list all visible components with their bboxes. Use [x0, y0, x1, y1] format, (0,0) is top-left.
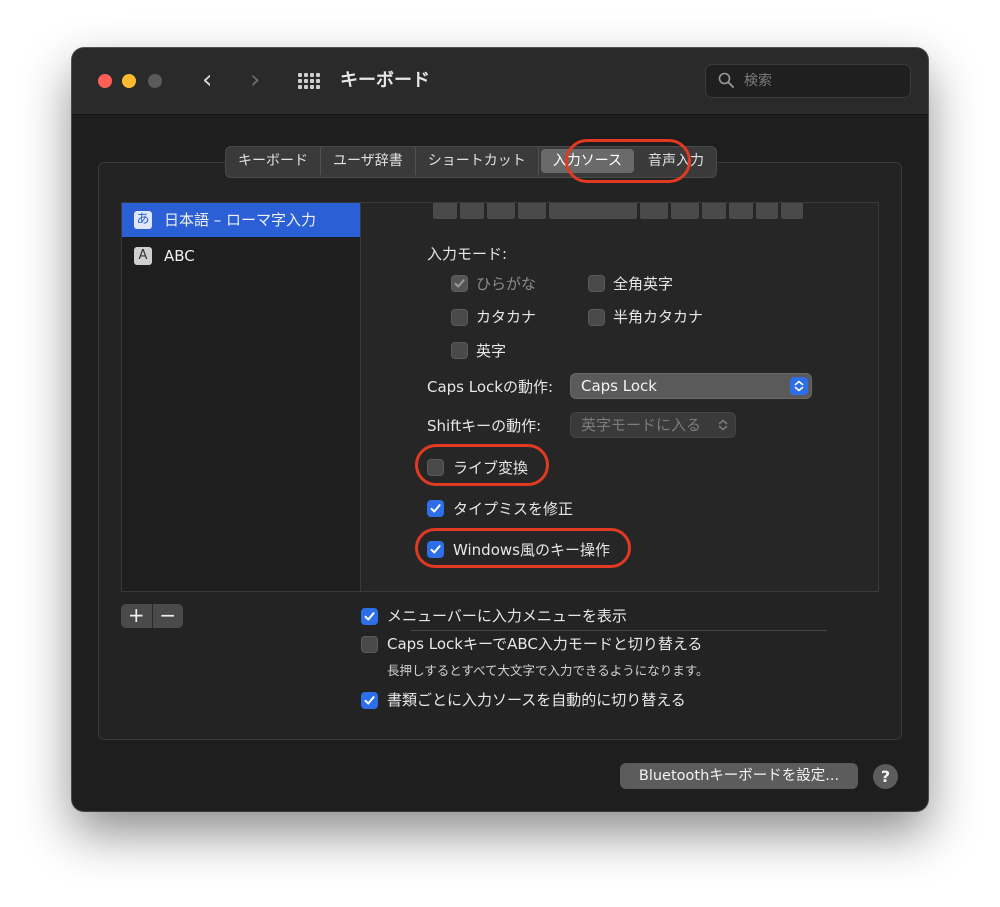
checkmark-icon: [364, 612, 375, 621]
checkmark-icon: [364, 696, 375, 705]
caps-lock-switch-label: Caps LockキーでABC入力モードと切り替える: [387, 635, 703, 653]
checkbox-katakana[interactable]: [451, 309, 468, 326]
updown-chevron-icon: [714, 416, 732, 434]
checkbox-windows-keys[interactable]: [427, 541, 444, 558]
preferences-window: ‹ › キーボード キーボード ユーザ辞書 ショートカット 入力ソース 音声入力…: [72, 48, 928, 811]
title-bar: ‹ › キーボード: [72, 48, 928, 115]
list-item-abc[interactable]: A ABC: [122, 239, 360, 273]
add-source-button[interactable]: +: [121, 604, 153, 628]
source-settings-pane: 入力モード: ひらがな 全角英字 カタカナ 半角カタカナ 英字 Caps Loc…: [361, 202, 879, 631]
shift-value: 英字モードに入る: [581, 416, 702, 434]
show-all-grid-icon[interactable]: [298, 73, 320, 91]
input-source-list: あ 日本語 – ローマ字入力 A ABC: [121, 202, 361, 592]
setup-bluetooth-keyboard-button[interactable]: Bluetoothキーボードを設定...: [620, 763, 858, 789]
list-item-label: ABC: [164, 247, 195, 265]
caps-lock-value: Caps Lock: [581, 377, 657, 395]
zoom-button[interactable]: [148, 74, 162, 88]
list-add-remove-control: + −: [121, 604, 183, 628]
zenkaku-eiji-label: 全角英字: [613, 275, 674, 293]
hankaku-katakana-label: 半角カタカナ: [613, 308, 704, 326]
hiragana-label: ひらがな: [476, 275, 537, 293]
auto-switch-source-label: 書類ごとに入力ソースを自動的に切り替える: [387, 691, 686, 709]
katakana-label: カタカナ: [476, 308, 537, 326]
tab-shortcuts[interactable]: ショートカット: [416, 147, 539, 175]
list-item-label: 日本語 – ローマ字入力: [164, 211, 317, 229]
tab-user-dictionary[interactable]: ユーザ辞書: [321, 147, 416, 175]
checkbox-auto-switch-source[interactable]: [361, 692, 378, 709]
live-conversion-label: ライブ変換: [453, 459, 529, 477]
input-mode-label: 入力モード:: [427, 245, 508, 263]
chevron-left-icon[interactable]: ‹: [202, 66, 212, 94]
checkbox-hankaku-katakana[interactable]: [588, 309, 605, 326]
tab-keyboard[interactable]: キーボード: [226, 147, 321, 175]
minimize-button[interactable]: [122, 74, 136, 88]
tab-input-sources[interactable]: 入力ソース: [540, 149, 635, 173]
caps-lock-label: Caps Lockの動作:: [427, 378, 554, 396]
remove-source-button[interactable]: −: [153, 604, 184, 628]
typo-fix-label: タイプミスを修正: [453, 500, 574, 518]
divider: [411, 630, 827, 631]
shift-label: Shiftキーの動作:: [427, 417, 542, 435]
tab-dictation[interactable]: 音声入力: [636, 147, 716, 175]
show-input-menu-label: メニューバーに入力メニューを表示: [387, 607, 627, 625]
shift-popup[interactable]: 英字モードに入る: [570, 412, 736, 438]
help-button[interactable]: ?: [873, 764, 898, 789]
tab-bar: キーボード ユーザ辞書 ショートカット 入力ソース 音声入力: [225, 146, 718, 178]
list-item-japanese-romaji[interactable]: あ 日本語 – ローマ字入力: [122, 203, 360, 237]
abc-icon: A: [134, 247, 152, 265]
window-title: キーボード: [340, 70, 430, 91]
search-input[interactable]: [744, 71, 894, 91]
hiragana-icon: あ: [134, 211, 152, 229]
checkbox-eiji[interactable]: [451, 342, 468, 359]
search-field[interactable]: [705, 64, 911, 98]
eiji-label: 英字: [476, 342, 507, 360]
checkmark-icon: [454, 279, 465, 288]
windows-keys-label: Windows風のキー操作: [453, 541, 610, 559]
checkmark-icon: [430, 545, 441, 554]
updown-chevron-icon: [790, 377, 808, 395]
keyboard-preview: [433, 203, 805, 221]
chevron-right-icon[interactable]: ›: [250, 66, 260, 94]
checkbox-live-conversion[interactable]: [427, 459, 444, 476]
close-button[interactable]: [98, 74, 112, 88]
checkbox-show-input-menu[interactable]: [361, 608, 378, 625]
caps-lock-note: 長押しするとすべて大文字で入力できるようになります。: [387, 663, 709, 678]
checkbox-caps-lock-switch[interactable]: [361, 636, 378, 653]
checkbox-hiragana[interactable]: [451, 275, 468, 292]
checkbox-typo-fix[interactable]: [427, 500, 444, 517]
checkmark-icon: [430, 504, 441, 513]
caps-lock-popup[interactable]: Caps Lock: [570, 373, 812, 399]
search-icon: [718, 72, 734, 88]
checkbox-zenkaku-eiji[interactable]: [588, 275, 605, 292]
